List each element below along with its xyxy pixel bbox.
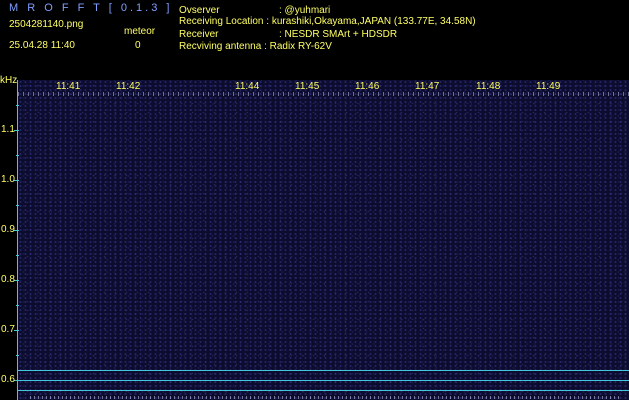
x-tick-label: 11:42 <box>116 81 141 92</box>
meteor-count: 0 <box>135 40 141 51</box>
spectrogram-area <box>18 80 629 400</box>
y-tick-minor <box>16 205 19 206</box>
y-tick-minor <box>16 355 19 356</box>
app-title: M R O F F T [ 0.1.3 ] <box>9 2 173 14</box>
y-tick-minor <box>16 305 19 306</box>
y-tick-label: 0.8 <box>1 274 15 285</box>
observer-value: : @yuhmari <box>279 5 331 16</box>
y-tick-minor <box>16 155 19 156</box>
x-tick-label: 11:41 <box>56 81 81 92</box>
y-axis-unit: kHz <box>0 75 18 86</box>
antenna-value: : Radix RY-62V <box>264 41 332 52</box>
observer-row: Ovserver : @yuhmari <box>179 5 330 16</box>
x-tick-label: 11:45 <box>295 81 320 92</box>
y-tick-label: 0.6 <box>1 374 15 385</box>
reference-line <box>18 370 629 371</box>
x-tick-label: 11:47 <box>415 81 440 92</box>
x-tick-label: 11:44 <box>235 81 260 92</box>
reference-line <box>18 390 629 391</box>
observer-key: Ovserver <box>179 5 220 16</box>
receiver-row: Receiver : NESDR SMArt + HDSDR <box>179 29 397 40</box>
x-tick-label: 11:49 <box>536 81 561 92</box>
y-axis-line <box>17 80 18 400</box>
y-tick-minor <box>16 105 19 106</box>
x-tick-label: 11:46 <box>355 81 380 92</box>
y-tick-label: 1.1 <box>1 124 15 135</box>
receiver-key: Receiver <box>179 29 219 40</box>
meteor-label: meteor <box>124 26 156 37</box>
y-tick-label: 0.9 <box>1 224 15 235</box>
capture-datetime: 25.04.28 11:40 <box>9 40 75 51</box>
location-row: Receiving Location : kurashiki,Okayama,J… <box>179 16 476 27</box>
receiver-value: : NESDR SMArt + HDSDR <box>279 29 398 40</box>
reference-line <box>18 380 629 381</box>
antenna-key: Recviving antenna <box>179 41 262 52</box>
bottom-tick-row <box>30 396 620 399</box>
y-tick-label: 1.0 <box>1 174 15 185</box>
top-tick-row <box>18 92 629 96</box>
y-tick-label: 0.7 <box>1 324 15 335</box>
y-tick-minor <box>16 255 19 256</box>
location-value: : kurashiki,Okayama,JAPAN (133.77E, 34.5… <box>266 16 476 27</box>
file-name: 2504281140.png <box>9 19 84 30</box>
x-tick-label: 11:48 <box>476 81 501 92</box>
location-key: Receiving Location <box>179 16 264 27</box>
antenna-row: Recviving antenna : Radix RY-62V <box>179 41 332 52</box>
